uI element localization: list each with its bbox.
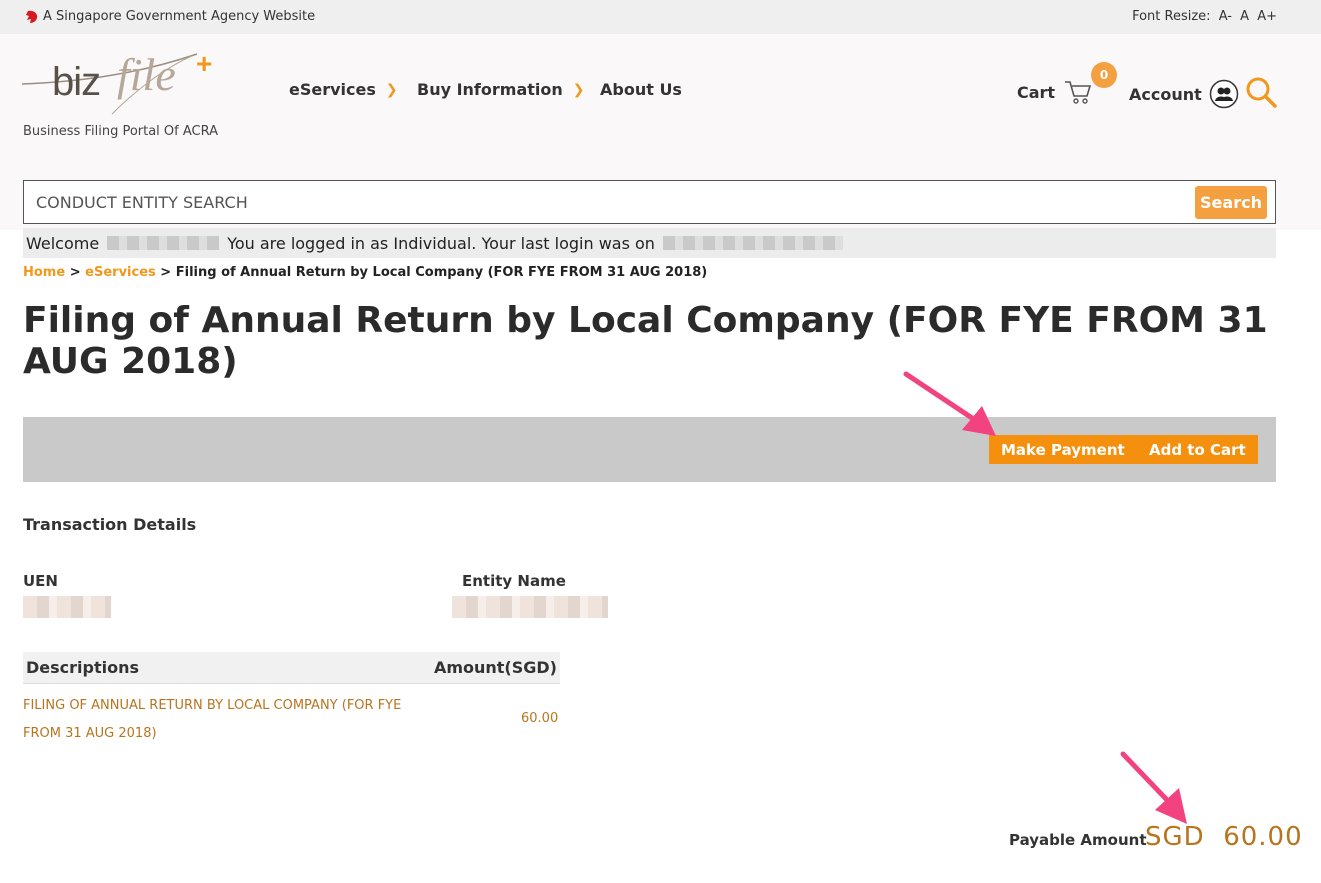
cart-icon [1065, 81, 1092, 104]
annotation-arrow-icon [1120, 751, 1187, 824]
welcome-message: You are logged in as Individual. Your la… [227, 233, 655, 253]
annotation-arrow-icon [903, 371, 996, 436]
add-to-cart-button[interactable]: Add to Cart [1137, 435, 1258, 464]
breadcrumb-eservices[interactable]: eServices [85, 265, 156, 280]
fee-description: FILING OF ANNUAL RETURN BY LOCAL COMPANY… [23, 698, 402, 741]
nav-about-us[interactable]: About Us [600, 80, 682, 99]
gov-agency-text: A Singapore Government Agency Website [43, 9, 316, 24]
redacted-username [107, 236, 220, 250]
lion-head-icon [26, 10, 38, 23]
entity-name-label: Entity Name [462, 572, 566, 590]
logo-plus-text: + [196, 48, 213, 79]
font-normal-button[interactable]: A [1240, 9, 1249, 24]
font-increase-button[interactable]: A+ [1257, 9, 1277, 24]
search-icon[interactable] [1245, 76, 1279, 110]
breadcrumb-separator: > [160, 265, 172, 280]
nav-buy-information-label: Buy Information [417, 80, 563, 99]
fee-amount: 60.00 [521, 711, 559, 726]
chevron-down-icon: ❯ [572, 81, 585, 98]
redacted-uen [23, 596, 111, 618]
account-link[interactable]: Account [1129, 79, 1239, 109]
chevron-down-icon: ❯ [385, 81, 398, 98]
payable-amount-label: Payable Amount [1009, 831, 1147, 849]
cart-label: Cart [1017, 82, 1056, 102]
cart-count-badge: 0 [1091, 62, 1117, 88]
tagline: Business Filing Portal Of ACRA [23, 124, 219, 139]
font-decrease-button[interactable]: A- [1219, 9, 1232, 24]
nav-about-us-label: About Us [600, 80, 682, 99]
welcome-bar: Welcome You are logged in as Individual.… [23, 228, 1276, 258]
descriptions-header: Descriptions [26, 658, 140, 677]
nav-eservices[interactable]: eServices ❯ [289, 80, 398, 99]
font-resize-label: Font Resize: [1132, 9, 1211, 24]
search-button[interactable]: Search [1195, 186, 1267, 219]
bizfile-logo[interactable]: biz file + [22, 44, 217, 115]
gov-banner: A Singapore Government Agency Website Fo… [0, 0, 1321, 34]
amount-header: Amount(SGD) [433, 658, 557, 677]
gov-agency-notice: A Singapore Government Agency Website [25, 9, 315, 24]
action-bar: Make Payment Add to Cart [23, 417, 1276, 482]
breadcrumb: Home > eServices > Filing of Annual Retu… [23, 265, 707, 280]
redacted-entity-name [452, 596, 608, 618]
breadcrumb-separator: > [69, 265, 81, 280]
logo-file-text: file [117, 49, 176, 100]
account-icon [1209, 79, 1239, 109]
make-payment-button[interactable]: Make Payment [989, 435, 1137, 464]
font-resize-controls: Font Resize: A- A A+ [1132, 9, 1277, 24]
breadcrumb-current: Filing of Annual Return by Local Company… [175, 265, 708, 280]
redacted-last-login [662, 236, 843, 250]
fees-table-header: Descriptions Amount(SGD) [23, 652, 560, 684]
page-title: Filing of Annual Return by Local Company… [23, 300, 1268, 382]
breadcrumb-home[interactable]: Home [23, 265, 65, 280]
transaction-details-heading: Transaction Details [23, 515, 197, 534]
account-label: Account [1129, 84, 1202, 104]
welcome-prefix: Welcome [26, 233, 100, 253]
nav-eservices-label: eServices [289, 80, 376, 99]
cart-link[interactable]: Cart [1017, 79, 1093, 105]
uen-label: UEN [23, 572, 58, 590]
entity-search-box: Search [23, 180, 1276, 224]
entity-search-input[interactable] [36, 189, 1176, 215]
logo-biz-text: biz [52, 60, 101, 104]
nav-buy-information[interactable]: Buy Information ❯ [417, 80, 585, 99]
